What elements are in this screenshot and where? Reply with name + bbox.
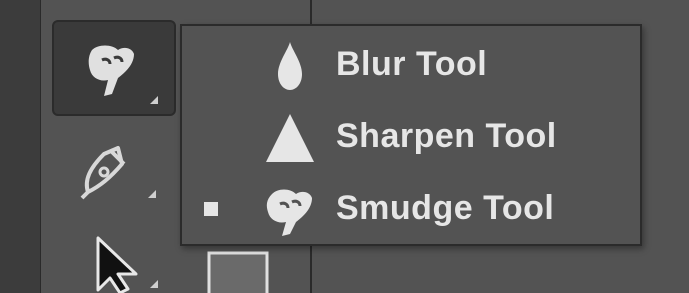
rectangle-icon: [207, 251, 269, 293]
menu-item-blur-tool[interactable]: Blur Tool: [182, 34, 640, 94]
flyout-indicator-icon: [150, 280, 158, 288]
selected-bullet-icon: [204, 202, 218, 216]
panel-edge: [0, 0, 40, 293]
menu-item-label: Blur Tool: [336, 45, 488, 83]
photoshop-toolbar-area: Blur Tool Sharpen Tool Smudge Tool: [0, 0, 689, 293]
rectangle-tool-button[interactable]: [206, 250, 272, 293]
smudge-finger-icon: [266, 189, 312, 236]
move-tool-button[interactable]: [80, 228, 170, 293]
flyout-indicator-icon: [150, 96, 158, 104]
menu-item-smudge-tool[interactable]: Smudge Tool: [182, 178, 640, 238]
menu-item-sharpen-tool[interactable]: Sharpen Tool: [182, 106, 640, 166]
sharpen-triangle-icon: [266, 114, 314, 162]
menu-item-label: Smudge Tool: [336, 189, 555, 227]
tool-flyout-menu: Blur Tool Sharpen Tool Smudge Tool: [180, 24, 642, 246]
blur-drop-icon: [278, 42, 302, 90]
menu-item-label: Sharpen Tool: [336, 117, 557, 155]
smudge-tool-button[interactable]: [52, 20, 176, 116]
flyout-indicator-icon: [148, 190, 156, 198]
pen-tool-button[interactable]: [60, 128, 170, 208]
